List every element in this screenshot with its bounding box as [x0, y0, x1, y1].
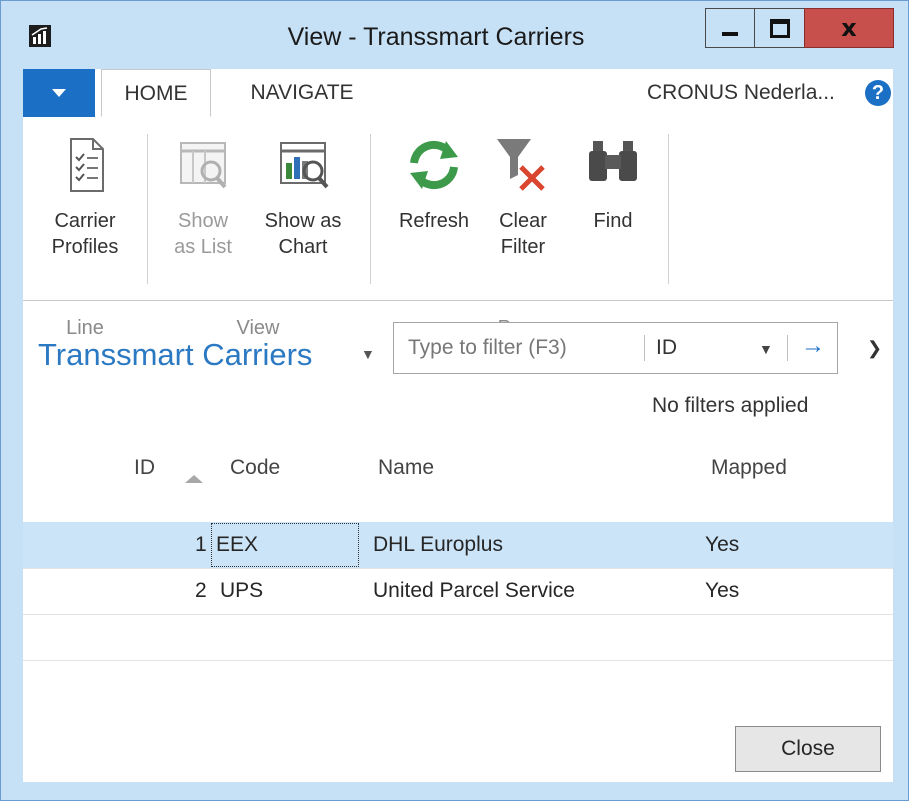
minimize-icon	[722, 32, 738, 36]
group-separator	[668, 134, 669, 284]
filter-field-select[interactable]: ID	[656, 336, 677, 360]
chevron-down-icon[interactable]: ▼	[361, 346, 375, 362]
tab-navigate[interactable]: NAVIGATE	[237, 69, 367, 117]
dialog-window: View - Transsmart Carriers x HOME NAVIGA…	[0, 0, 909, 801]
clear-filter-button[interactable]: Clear Filter	[483, 133, 563, 260]
group-separator	[370, 134, 371, 284]
cell-id: 2	[195, 579, 207, 602]
filter-box: Type to filter (F3) ID ▼ →	[393, 322, 838, 374]
maximize-icon	[769, 18, 790, 38]
row-divider	[23, 660, 893, 661]
refresh-label: Refresh	[398, 210, 470, 232]
minimize-button[interactable]	[705, 8, 755, 48]
sort-ascending-icon	[185, 475, 203, 483]
column-header-id[interactable]: ID	[134, 456, 155, 480]
window-title: View - Transsmart Carriers	[287, 23, 585, 51]
clear-filter-label-1: Clear	[499, 210, 547, 232]
page-title: Transsmart Carriers	[38, 337, 313, 372]
show-as-chart-button[interactable]: Show as Chart	[253, 133, 353, 260]
close-window-button[interactable]: x	[804, 8, 894, 48]
show-as-chart-label-2: Chart	[278, 236, 328, 258]
cell-code[interactable]: EEX	[216, 533, 258, 557]
maximize-button[interactable]	[754, 8, 805, 48]
filter-input[interactable]: Type to filter (F3)	[408, 336, 567, 360]
dropdown-arrow-icon	[52, 89, 66, 97]
clear-filter-icon	[497, 139, 545, 191]
column-header-code[interactable]: Code	[230, 456, 280, 480]
close-button[interactable]: Close	[735, 726, 881, 772]
find-label: Find	[593, 210, 633, 232]
column-header-mapped[interactable]: Mapped	[711, 456, 787, 480]
cell-name: DHL Europlus	[373, 533, 503, 556]
ribbon-tabs: HOME NAVIGATE CRONUS Nederla... ?	[23, 69, 893, 118]
tab-home[interactable]: HOME	[101, 69, 211, 117]
cell-id: 1	[195, 533, 207, 556]
carrier-profiles-button[interactable]: Carrier Profiles	[37, 133, 133, 260]
list-view-icon	[180, 142, 227, 189]
refresh-icon	[410, 140, 458, 190]
binoculars-icon	[589, 141, 637, 181]
filter-divider	[644, 335, 645, 361]
group-separator	[147, 134, 148, 284]
show-as-list-label-1: Show	[177, 210, 229, 232]
client-area: HOME NAVIGATE CRONUS Nederla... ? Carrie…	[23, 69, 893, 782]
column-header-name[interactable]: Name	[378, 456, 434, 480]
filter-divider	[787, 335, 788, 361]
cell-mapped: Yes	[705, 579, 740, 602]
row-divider	[23, 614, 893, 615]
carrier-profiles-label-1: Carrier	[54, 210, 116, 232]
filter-status: No filters applied	[652, 394, 809, 417]
application-menu-button[interactable]	[23, 69, 95, 117]
arrow-right-icon[interactable]: →	[801, 332, 825, 360]
show-as-list-label-2: as List	[174, 236, 232, 258]
chart-view-icon	[280, 142, 329, 189]
table-row[interactable]: 2 UPS United Parcel Service Yes	[23, 568, 893, 614]
help-icon[interactable]: ?	[865, 80, 891, 106]
chevron-down-icon[interactable]: ▼	[759, 341, 773, 357]
clear-filter-label-2: Filter	[500, 236, 546, 258]
cell-mapped: Yes	[705, 533, 740, 556]
ribbon: Carrier Profiles Line Show as List Show …	[23, 117, 893, 339]
close-icon: x	[841, 14, 857, 42]
find-button[interactable]: Find	[573, 133, 653, 234]
document-list-icon	[70, 138, 104, 192]
cell-name: United Parcel Service	[373, 579, 575, 602]
carrier-profiles-label-2: Profiles	[51, 236, 119, 258]
show-as-chart-label-1: Show as	[264, 210, 342, 232]
table-row[interactable]: 1 EEX DHL Europlus Yes	[23, 522, 893, 568]
show-as-list-button[interactable]: Show as List	[163, 133, 243, 260]
app-icon	[29, 25, 51, 47]
cell-code: UPS	[220, 579, 264, 602]
company-name[interactable]: CRONUS Nederla...	[647, 69, 835, 117]
refresh-button[interactable]: Refresh	[389, 133, 479, 234]
collapse-chevron-icon[interactable]: ❯	[867, 338, 882, 359]
title-bar[interactable]: View - Transsmart Carriers x	[1, 1, 908, 69]
